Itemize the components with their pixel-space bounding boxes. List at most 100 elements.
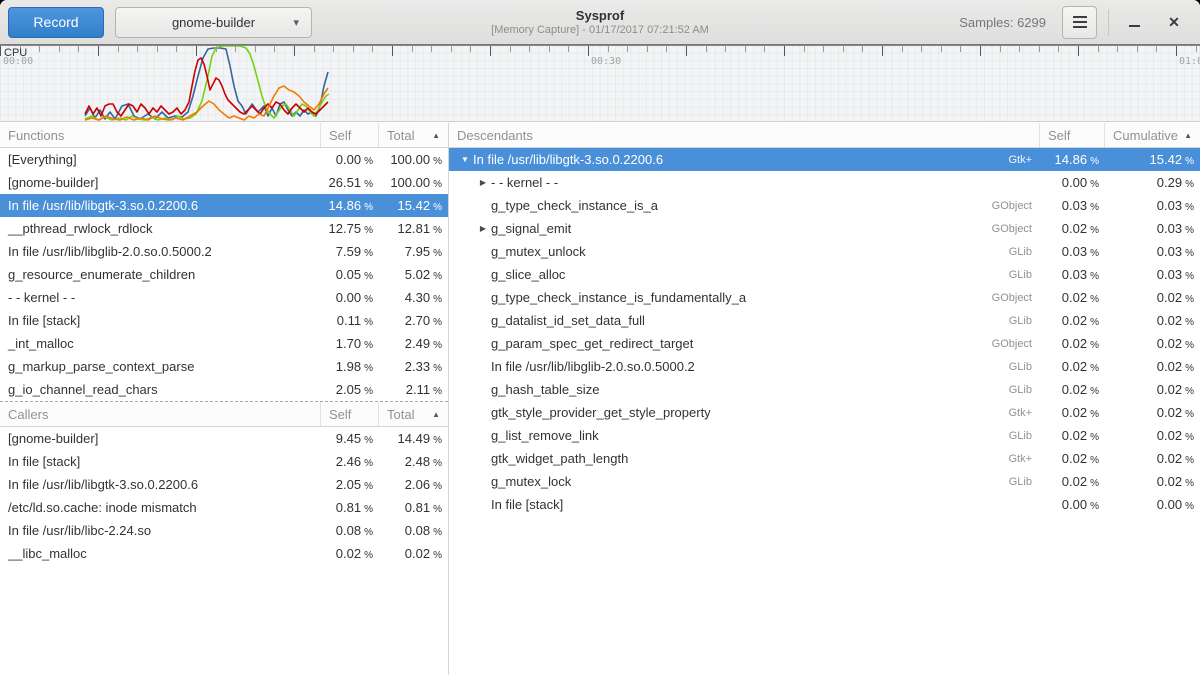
callers-column-header[interactable]: Callers: [0, 402, 321, 426]
callers-self-column-header[interactable]: Self: [321, 402, 379, 426]
functions-column-header[interactable]: Functions: [0, 123, 321, 147]
tree-row[interactable]: g_mutex_unlock GLib 0.03% 0.03%: [449, 240, 1200, 263]
total-percent: 0.02%: [379, 546, 448, 561]
expander-icon[interactable]: ▶: [475, 224, 491, 233]
self-percent: 0.02%: [1040, 313, 1105, 328]
table-row[interactable]: - - kernel - - 0.00% 4.30%: [0, 286, 448, 309]
total-percent: 4.30%: [379, 290, 448, 305]
self-percent: 7.59%: [321, 244, 379, 259]
self-percent: 0.08%: [321, 523, 379, 538]
left-pane: Functions Self Total ▲ [Everything] 0.00…: [0, 123, 449, 675]
tree-row[interactable]: g_list_remove_link GLib 0.02% 0.02%: [449, 424, 1200, 447]
process-selector-value: gnome-builder: [172, 15, 255, 30]
minimize-button[interactable]: [1120, 8, 1148, 36]
self-percent: 0.02%: [1040, 221, 1105, 236]
table-row[interactable]: /etc/ld.so.cache: inode mismatch 0.81% 0…: [0, 496, 448, 519]
self-percent: 0.11%: [321, 313, 379, 328]
self-percent: 12.75%: [321, 221, 379, 236]
capture-subtitle: [Memory Capture] - 01/17/2017 07:21:52 A…: [491, 24, 709, 37]
total-percent: 2.33%: [379, 359, 448, 374]
tree-row[interactable]: g_hash_table_size GLib 0.02% 0.02%: [449, 378, 1200, 401]
descendant-name: gtk_style_provider_get_style_property Gt…: [449, 405, 1040, 420]
functions-total-column-header[interactable]: Total ▲: [379, 123, 448, 147]
callers-table-header: Callers Self Total ▲: [0, 402, 448, 427]
table-row[interactable]: In file [stack] 0.11% 2.70%: [0, 309, 448, 332]
table-row[interactable]: In file /usr/lib/libgtk-3.so.0.2200.6 2.…: [0, 473, 448, 496]
library-tag: GObject: [992, 200, 1040, 212]
function-name: [gnome-builder]: [0, 175, 321, 190]
self-percent: 14.86%: [1040, 152, 1105, 167]
tree-row[interactable]: ▼ In file /usr/lib/libgtk-3.so.0.2200.6 …: [449, 148, 1200, 171]
expander-icon[interactable]: ▼: [457, 155, 473, 164]
function-name: _int_malloc: [0, 336, 321, 351]
self-percent: 0.02%: [1040, 428, 1105, 443]
table-row[interactable]: g_io_channel_read_chars 2.05% 2.11%: [0, 378, 448, 401]
self-percent: 0.02%: [1040, 451, 1105, 466]
library-tag: GLib: [1009, 384, 1040, 396]
tree-row[interactable]: In file [stack] 0.00% 0.00%: [449, 493, 1200, 516]
table-row[interactable]: __libc_malloc 0.02% 0.02%: [0, 542, 448, 565]
self-percent: 0.02%: [1040, 336, 1105, 351]
table-row[interactable]: In file /usr/lib/libgtk-3.so.0.2200.6 14…: [0, 194, 448, 217]
total-percent: 12.81%: [379, 221, 448, 236]
table-row[interactable]: In file [stack] 2.46% 2.48%: [0, 450, 448, 473]
table-row[interactable]: [gnome-builder] 26.51% 100.00%: [0, 171, 448, 194]
table-row[interactable]: In file /usr/lib/libglib-2.0.so.0.5000.2…: [0, 240, 448, 263]
tree-row[interactable]: g_param_spec_get_redirect_target GObject…: [449, 332, 1200, 355]
total-percent: 7.95%: [379, 244, 448, 259]
function-name: __libc_malloc: [0, 546, 321, 561]
table-row[interactable]: g_resource_enumerate_children 0.05% 5.02…: [0, 263, 448, 286]
table-row[interactable]: [Everything] 0.00% 100.00%: [0, 148, 448, 171]
library-tag: Gtk+: [1008, 453, 1040, 465]
descendant-name: g_mutex_unlock GLib: [449, 244, 1040, 259]
table-row[interactable]: _int_malloc 1.70% 2.49%: [0, 332, 448, 355]
minimize-icon: [1129, 25, 1140, 27]
cpu-line-green: [85, 46, 329, 120]
tree-row[interactable]: g_type_check_instance_is_fundamentally_a…: [449, 286, 1200, 309]
total-percent: 5.02%: [379, 267, 448, 282]
tree-row[interactable]: ▶ - - kernel - - 0.00% 0.29%: [449, 171, 1200, 194]
table-row[interactable]: In file /usr/lib/libc-2.24.so 0.08% 0.08…: [0, 519, 448, 542]
total-percent: 2.49%: [379, 336, 448, 351]
cumulative-percent: 15.42%: [1105, 152, 1200, 167]
descendant-name: g_mutex_lock GLib: [449, 474, 1040, 489]
tree-row[interactable]: g_type_check_instance_is_a GObject 0.03%…: [449, 194, 1200, 217]
headerbar-right: Samples: 6299 ✕: [959, 6, 1188, 39]
descendants-column-header[interactable]: Descendants: [449, 123, 1040, 147]
process-selector-dropdown[interactable]: gnome-builder ▾: [115, 7, 312, 38]
headerbar: Record gnome-builder ▾ Sysprof [Memory C…: [0, 0, 1200, 45]
record-button[interactable]: Record: [8, 7, 104, 38]
menu-button[interactable]: [1062, 6, 1097, 39]
descendants-cumulative-column-header[interactable]: Cumulative ▲: [1105, 123, 1200, 147]
cumulative-percent: 0.02%: [1105, 382, 1200, 397]
close-button[interactable]: ✕: [1160, 8, 1188, 36]
function-name: In file /usr/lib/libc-2.24.so: [0, 523, 321, 538]
descendant-name: g_hash_table_size GLib: [449, 382, 1040, 397]
tree-row[interactable]: gtk_style_provider_get_style_property Gt…: [449, 401, 1200, 424]
cpu-graph[interactable]: CPU 00:0000:3001:00: [0, 45, 1200, 122]
hamburger-icon: [1073, 16, 1087, 28]
table-row[interactable]: __pthread_rwlock_rdlock 12.75% 12.81%: [0, 217, 448, 240]
tree-row[interactable]: g_mutex_lock GLib 0.02% 0.02%: [449, 470, 1200, 493]
functions-self-column-header[interactable]: Self: [321, 123, 379, 147]
self-percent: 0.02%: [1040, 382, 1105, 397]
cumulative-percent: 0.02%: [1105, 336, 1200, 351]
tree-row[interactable]: g_datalist_id_set_data_full GLib 0.02% 0…: [449, 309, 1200, 332]
expander-icon[interactable]: ▶: [475, 178, 491, 187]
tree-row[interactable]: ▶ g_signal_emit GObject 0.02% 0.03%: [449, 217, 1200, 240]
sort-arrow-icon: ▲: [1180, 131, 1192, 140]
callers-total-column-header[interactable]: Total ▲: [379, 402, 448, 426]
tree-row[interactable]: In file /usr/lib/libglib-2.0.so.0.5000.2…: [449, 355, 1200, 378]
self-percent: 0.81%: [321, 500, 379, 515]
total-percent: 2.48%: [379, 454, 448, 469]
tree-row[interactable]: gtk_widget_path_length Gtk+ 0.02% 0.02%: [449, 447, 1200, 470]
table-row[interactable]: g_markup_parse_context_parse 1.98% 2.33%: [0, 355, 448, 378]
function-name: g_markup_parse_context_parse: [0, 359, 321, 374]
descendant-name: In file /usr/lib/libglib-2.0.so.0.5000.2…: [449, 359, 1040, 374]
samples-count: Samples: 6299: [959, 15, 1046, 30]
main-content: Functions Self Total ▲ [Everything] 0.00…: [0, 123, 1200, 675]
descendants-self-column-header[interactable]: Self: [1040, 123, 1105, 147]
table-row[interactable]: [gnome-builder] 9.45% 14.49%: [0, 427, 448, 450]
self-percent: 1.70%: [321, 336, 379, 351]
tree-row[interactable]: g_slice_alloc GLib 0.03% 0.03%: [449, 263, 1200, 286]
